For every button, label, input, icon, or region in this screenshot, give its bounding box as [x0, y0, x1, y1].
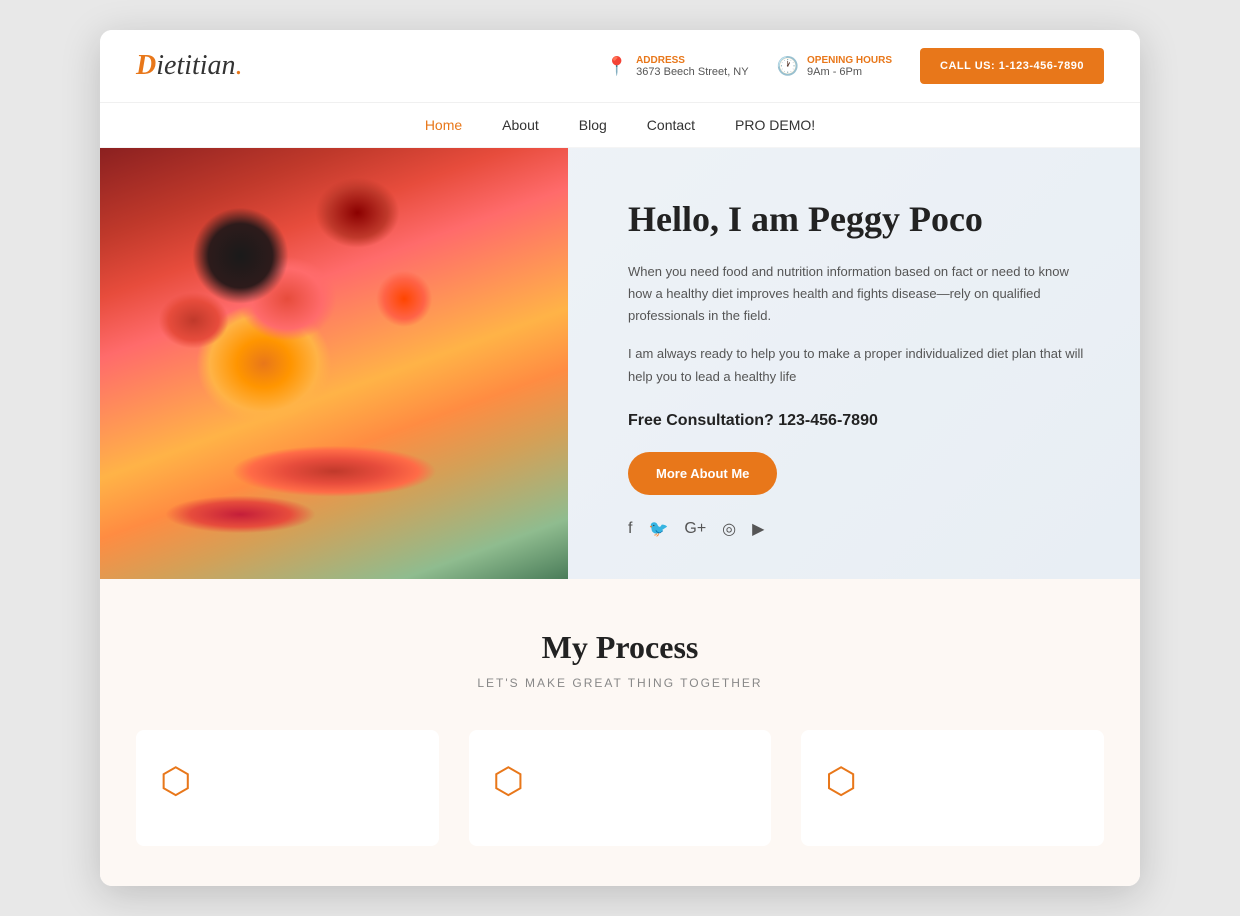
address-info: 📍 Address 3673 Beech Street, NY [606, 55, 749, 78]
clock-icon: 🕐 [777, 56, 799, 77]
hours-text: Opening Hours 9Am - 6Pm [807, 55, 892, 78]
process-title: My Process [136, 629, 1104, 666]
nav-home[interactable]: Home [425, 117, 462, 133]
twitter-icon[interactable]: 🐦 [648, 519, 668, 539]
process-section: My Process LET'S MAKE GREAT THING TOGETH… [100, 579, 1140, 886]
top-info: 📍 Address 3673 Beech Street, NY 🕐 Openin… [606, 48, 1104, 84]
hours-value: 9Am - 6Pm [807, 66, 892, 78]
process-card-1-icon: ⬡ [160, 760, 415, 802]
nav-pro-demo[interactable]: PRO DEMO! [735, 117, 815, 133]
process-card-1: ⬡ [136, 730, 439, 846]
location-icon: 📍 [606, 56, 628, 77]
logo-dot: . [236, 50, 243, 81]
nav-contact[interactable]: Contact [647, 117, 695, 133]
top-bar: Dietitian. 📍 Address 3673 Beech Street, … [100, 30, 1140, 103]
facebook-icon[interactable]: f [628, 520, 632, 538]
hero-description-1: When you need food and nutrition informa… [628, 261, 1090, 327]
fruit-overlay [100, 148, 568, 579]
nav-bar: Home About Blog Contact PRO DEMO! [100, 103, 1140, 148]
youtube-icon[interactable]: ▶ [752, 519, 764, 539]
address-text: Address 3673 Beech Street, NY [636, 55, 749, 78]
hero-content: Hello, I am Peggy Poco When you need foo… [568, 148, 1140, 579]
hours-label: Opening Hours [807, 55, 892, 66]
consultation-text: Free Consultation? 123-456-7890 [628, 412, 1090, 430]
process-cards: ⬡ ⬡ ⬡ [136, 730, 1104, 846]
social-icons: f 🐦 G+ ◎ ▶ [628, 519, 1090, 539]
hero-title: Hello, I am Peggy Poco [628, 198, 1090, 241]
nav-blog[interactable]: Blog [579, 117, 607, 133]
process-card-3: ⬡ [801, 730, 1104, 846]
address-label: Address [636, 55, 749, 66]
process-subtitle: LET'S MAKE GREAT THING TOGETHER [136, 676, 1104, 690]
process-card-3-icon: ⬡ [825, 760, 1080, 802]
hero-image [100, 148, 568, 579]
logo-rest: ietitian [156, 50, 235, 81]
hours-info: 🕐 Opening Hours 9Am - 6Pm [777, 55, 892, 78]
logo: Dietitian. [136, 50, 243, 82]
process-card-2-icon: ⬡ [493, 760, 748, 802]
logo-d: D [136, 50, 156, 81]
call-button[interactable]: CALL US: 1-123-456-7890 [920, 48, 1104, 84]
more-about-me-button[interactable]: More About Me [628, 452, 777, 495]
process-card-2: ⬡ [469, 730, 772, 846]
hero-description-2: I am always ready to help you to make a … [628, 343, 1090, 387]
browser-window: Dietitian. 📍 Address 3673 Beech Street, … [100, 30, 1140, 886]
address-value: 3673 Beech Street, NY [636, 66, 749, 78]
nav-about[interactable]: About [502, 117, 539, 133]
googleplus-icon[interactable]: G+ [684, 520, 706, 538]
hero-section: Hello, I am Peggy Poco When you need foo… [100, 148, 1140, 579]
instagram-icon[interactable]: ◎ [722, 519, 736, 539]
